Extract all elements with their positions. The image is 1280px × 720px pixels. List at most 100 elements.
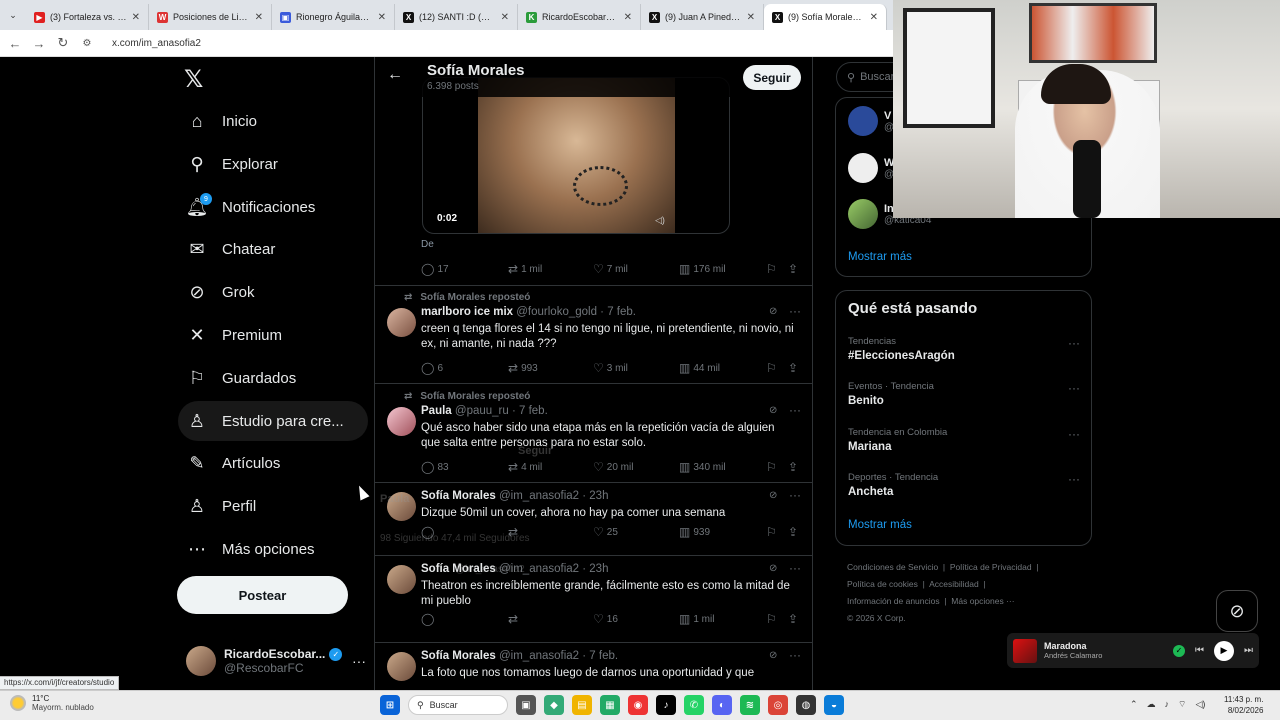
browser-tab[interactable]: X (12) SANTI :D (@_A ✕ — [395, 4, 518, 30]
tweet[interactable]: ⇄ Sofía Morales reposteó Paula @pauu_ru · … — [375, 385, 812, 483]
avatar[interactable] — [387, 565, 416, 594]
nav-item-más-opciones[interactable]: ⋯ Más opciones — [178, 529, 323, 569]
nav-item-perfil[interactable]: ♙ Perfil — [178, 486, 264, 526]
privacy-link[interactable]: Política de Privacidad — [950, 562, 1032, 572]
avatar[interactable] — [387, 308, 416, 337]
accessibility-link[interactable]: Accesibilidad — [929, 579, 979, 589]
edge-icon[interactable]: ◒ — [824, 695, 844, 715]
play-icon[interactable]: ▶ — [1214, 640, 1234, 661]
tweet[interactable]: ⇄ Sofía Morales reposteó marlboro ice mix … — [375, 286, 812, 384]
tab-close-icon[interactable]: ✕ — [378, 12, 386, 23]
trend-more-icon[interactable]: ··· — [1068, 427, 1080, 441]
nav-item-notificaciones[interactable]: 🔔︎ 9 Notificaciones — [178, 187, 323, 227]
store-icon[interactable]: ◆ — [544, 695, 564, 715]
repost-button[interactable]: ⇄ 993 — [508, 361, 538, 375]
nav-item-chatear[interactable]: ✉ Chatear — [178, 229, 283, 269]
tweet-author[interactable]: Paula @pauu_ru · 7 feb. — [421, 405, 548, 417]
windows-start-icon[interactable]: ⊞ — [380, 695, 400, 715]
post-button[interactable]: Postear — [177, 576, 348, 614]
grok-floating-icon[interactable]: ⊘ — [1216, 590, 1258, 632]
more-icon[interactable]: ··· — [789, 304, 801, 318]
browser-tab[interactable]: K RicardoEscobarFC St ✕ — [518, 4, 641, 30]
nav-item-guardados[interactable]: ⚐ Guardados — [178, 358, 304, 398]
tab-list-chevron-icon[interactable]: ⌄ — [4, 6, 22, 24]
network-icon[interactable]: ☁ — [1147, 699, 1156, 710]
share-icon[interactable]: ⇪ — [788, 361, 798, 375]
wifi-icon[interactable]: ⌔ — [1178, 699, 1186, 710]
taskbar-search[interactable]: ⚲ Buscar — [408, 695, 508, 715]
tab-close-icon[interactable]: ✕ — [624, 12, 632, 23]
like-button[interactable]: ♡ 7 mil — [593, 262, 628, 276]
nav-item-inicio[interactable]: ⌂ Inicio — [178, 101, 265, 141]
video-player[interactable]: 0:02 ◁) — [422, 77, 730, 234]
show-more-link[interactable]: Mostrar más — [848, 251, 912, 263]
grok-icon[interactable]: ⊘ — [769, 405, 777, 416]
reply-button[interactable]: ◯ — [421, 612, 437, 626]
next-track-icon[interactable]: ⏭ — [1244, 645, 1253, 656]
share-icon[interactable]: ⇪ — [788, 460, 798, 474]
who-to-follow-item[interactable]: W @ — [848, 153, 894, 183]
more-icon[interactable]: ··· — [789, 648, 801, 662]
browser-tab[interactable]: X (9) Sofía Morales (@i ✕ — [764, 4, 887, 30]
follow-button[interactable]: Seguir — [743, 65, 801, 90]
share-icon[interactable]: ⇪ — [788, 262, 798, 276]
back-arrow-icon[interactable]: ← — [8, 36, 22, 51]
tab-close-icon[interactable]: ✕ — [132, 12, 140, 23]
trend-item[interactable]: Tendencias #EleccionesAragón ··· — [848, 336, 1080, 362]
forward-arrow-icon[interactable]: → — [32, 36, 46, 51]
trend-item[interactable]: Tendencia en Colombia Mariana ··· — [848, 427, 1080, 453]
app-red-icon[interactable]: ◉ — [628, 695, 648, 715]
repost-button[interactable]: ⇄ — [508, 612, 521, 626]
tab-close-icon[interactable]: ✕ — [870, 12, 878, 23]
avatar[interactable] — [387, 407, 416, 436]
tiktok-icon[interactable]: ♪ — [656, 695, 676, 715]
bookmark-icon[interactable]: ⚐ — [766, 525, 777, 539]
tweet[interactable]: Sofía Morales @im_anasofia2 · 7 feb. ⊘ ···… — [375, 644, 812, 690]
nav-item-explorar[interactable]: ⚲ Explorar — [178, 144, 286, 184]
discord-icon[interactable]: ◐ — [712, 695, 732, 715]
app-icon[interactable]: ▦ — [600, 695, 620, 715]
views-button[interactable]: ▥ 1 mil — [679, 612, 714, 626]
mic-icon[interactable]: ♪ — [1165, 699, 1170, 710]
nav-item-premium[interactable]: ✕ Premium — [178, 315, 290, 355]
back-arrow-icon[interactable]: ← — [387, 66, 403, 84]
grok-icon[interactable]: ⊘ — [769, 490, 777, 501]
who-to-follow-item[interactable]: V @ — [848, 106, 894, 136]
clock[interactable]: 11:43 p. m. 8/02/2026 — [1224, 694, 1263, 716]
trend-more-icon[interactable]: ··· — [1068, 472, 1080, 486]
like-button[interactable]: ♡ 16 — [593, 612, 618, 626]
tab-close-icon[interactable]: ✕ — [255, 12, 263, 23]
volume-icon[interactable]: ◁) — [1196, 699, 1206, 710]
previous-track-icon[interactable]: ⏮ — [1195, 645, 1204, 656]
reply-button[interactable]: ◯ 83 — [421, 460, 449, 474]
repost-button[interactable]: ⇄ 1 mil — [508, 262, 542, 276]
views-button[interactable]: ▥ 44 mil — [679, 361, 720, 375]
tab-close-icon[interactable]: ✕ — [747, 12, 755, 23]
ads-info-link[interactable]: Información de anuncios — [847, 596, 940, 606]
browser-tab[interactable]: ▶ (3) Fortaleza vs. Santa ✕ — [26, 4, 149, 30]
account-switcher[interactable]: RicardoEscobar... ✓ @RescobarFC ··· — [186, 639, 366, 683]
bookmark-icon[interactable]: ⚐ — [766, 460, 777, 474]
grok-icon[interactable]: ⊘ — [769, 306, 777, 317]
reload-icon[interactable]: ↻ — [56, 35, 70, 51]
tab-close-icon[interactable]: ✕ — [501, 12, 509, 23]
trend-more-icon[interactable]: ··· — [1068, 381, 1080, 395]
bookmark-icon[interactable]: ⚐ — [766, 361, 777, 375]
show-more-trends-link[interactable]: Mostrar más — [848, 519, 912, 531]
like-button[interactable]: ♡ 25 — [593, 525, 618, 539]
trend-more-icon[interactable]: ··· — [1068, 336, 1080, 350]
reply-button[interactable]: ◯ 6 — [421, 361, 443, 375]
grok-icon[interactable]: ⊘ — [769, 563, 777, 574]
repost-button[interactable]: ⇄ 4 mil — [508, 460, 542, 474]
more-icon[interactable]: ··· — [789, 488, 801, 502]
views-button[interactable]: ▥ 176 mil — [679, 262, 726, 276]
share-icon[interactable]: ⇪ — [788, 612, 798, 626]
more-options-link[interactable]: Más opciones ··· — [951, 596, 1014, 606]
saved-check-icon[interactable]: ✓ — [1173, 644, 1185, 657]
tray-chevron-icon[interactable]: ⌃ — [1130, 699, 1138, 710]
x-logo-icon[interactable]: 𝕏 — [184, 65, 203, 94]
browser-tab[interactable]: X (9) Juan A Pineda M ✕ — [641, 4, 764, 30]
task-view-icon[interactable]: ▣ — [516, 695, 536, 715]
views-button[interactable]: ▥ 939 — [679, 525, 710, 539]
file-explorer-icon[interactable]: ▤ — [572, 695, 592, 715]
